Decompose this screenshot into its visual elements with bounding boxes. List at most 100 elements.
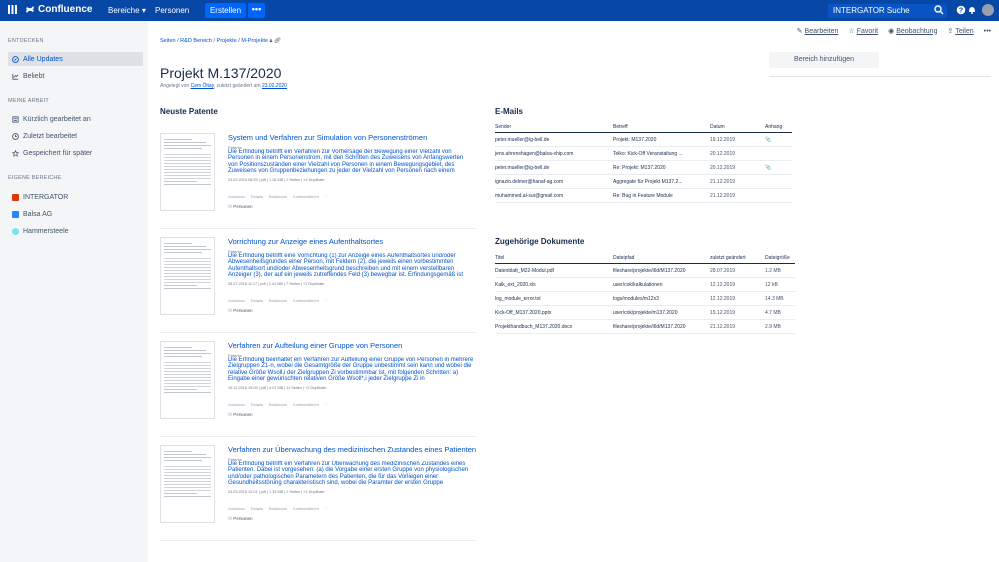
document-row[interactable]: Kalk_ext_2020.xls user/cok/kalkulationen 1… xyxy=(495,277,795,292)
email-row[interactable]: ignazio.delmer@hanaf-ag.com Aggregate für… xyxy=(495,174,792,189)
table-cell[interactable]: muhammed.al-sur@gmail.com xyxy=(495,188,613,203)
email-row[interactable]: peter.mueller@ig-bell.de Re: Projekt: M13… xyxy=(495,160,792,175)
patent-action[interactable]: Bookmark xyxy=(269,298,287,303)
persons-label: Personen xyxy=(233,308,253,313)
email-row[interactable]: muhammed.al-sur@gmail.com Re: Bug in Feat… xyxy=(495,188,792,203)
table-cell[interactable]: Projekthandbuch_M137.2020.docx xyxy=(495,319,613,334)
patent-thumbnail[interactable] xyxy=(160,133,215,211)
create-button[interactable]: Erstellen xyxy=(205,3,246,18)
sidebar-item-kuerzlich[interactable]: Kürzlich gearbeitet an xyxy=(8,112,143,126)
table-cell[interactable]: Aggregate für Projekt M137.2... xyxy=(613,174,710,189)
patent-action[interactable]: Details xyxy=(251,298,263,303)
nav-personen[interactable]: Personen xyxy=(155,6,189,15)
patent-action[interactable]: Kommentieren xyxy=(293,506,319,511)
column-header[interactable]: Titel xyxy=(495,254,613,264)
document-row[interactable]: Kick-Off_M137.2020.pptx user/cok/projekte… xyxy=(495,305,795,320)
table-cell[interactable]: Kalk_ext_2020.xls xyxy=(495,277,613,292)
patent-action[interactable]: Bookmark xyxy=(269,402,287,407)
column-header[interactable]: Sender xyxy=(495,123,613,133)
sidebar-item-gespeichert[interactable]: Gespeichert für später xyxy=(8,146,143,160)
patent-action[interactable]: Kommentieren xyxy=(293,402,319,407)
sidebar-space-hammersteele[interactable]: Hammersteele xyxy=(8,224,143,238)
link-icon: 🔗︎ xyxy=(273,38,281,44)
column-header[interactable]: Datum xyxy=(710,123,765,133)
patent-action[interactable]: Vorschau xyxy=(228,194,245,199)
column-header[interactable]: zuletzt geändert xyxy=(710,254,765,264)
patent-action[interactable]: Vorschau xyxy=(228,402,245,407)
table-cell[interactable]: Projekt: M137.2020 xyxy=(613,132,710,147)
paperclip-icon[interactable]: 📎 xyxy=(765,165,771,171)
table-cell[interactable]: log_module_error.txt xyxy=(495,291,613,306)
favorite-button[interactable]: ☆ Favorit xyxy=(848,27,878,36)
modified-date-link[interactable]: 23.02.2020 xyxy=(262,83,287,89)
column-header[interactable]: Dateipfad xyxy=(613,254,710,264)
table-cell[interactable]: Re: Bug in Feature Module xyxy=(613,188,710,203)
table-cell[interactable]: ignazio.delmer@hanaf-ag.com xyxy=(495,174,613,189)
edit-button[interactable]: ✎ Bearbeiten xyxy=(797,27,839,36)
table-cell[interactable]: peter.mueller@ig-bell.de xyxy=(495,132,613,147)
document-row[interactable]: log_module_error.txt logs/modules/m12x3 12… xyxy=(495,291,795,306)
nav-bereiche[interactable]: Bereiche ▾ xyxy=(108,6,146,15)
table-cell[interactable]: Telko: Kick-Off Veranstaltung ... xyxy=(613,146,710,161)
patent-persons-tag[interactable]: ⚇ Personen xyxy=(228,412,253,418)
patent-action[interactable]: Bookmark xyxy=(269,194,287,199)
user-avatar[interactable] xyxy=(982,4,994,16)
document-row[interactable]: Projekthandbuch_M137.2020.docx fileshare/… xyxy=(495,319,795,334)
table-cell: 1.2 MB xyxy=(765,263,795,278)
email-row[interactable]: peter.mueller@ig-bell.de Projekt: M137.20… xyxy=(495,132,792,147)
patent-thumbnail[interactable] xyxy=(160,341,215,419)
column-header[interactable]: Anhang xyxy=(765,123,792,133)
sidebar-item-zuletzt[interactable]: Zuletzt bearbeitet xyxy=(8,129,143,143)
patent-action[interactable]: Details xyxy=(251,402,263,407)
patent-action[interactable]: Details xyxy=(251,506,263,511)
share-button[interactable]: ⇪ Teilen xyxy=(947,27,973,36)
help-icon[interactable]: ? xyxy=(956,5,966,15)
patent-action[interactable]: ··· xyxy=(325,402,329,407)
patent-title-link[interactable]: Vorrichtung zur Anzeige eines Aufenthalt… xyxy=(228,237,383,246)
table-cell[interactable]: jens.ahrenshagen@balsa-ship.com xyxy=(495,146,613,161)
search-input[interactable]: INTERGATOR Suche xyxy=(828,4,947,18)
patent-title-link[interactable]: System und Verfahren zur Simulation von … xyxy=(228,133,427,142)
more-actions-button[interactable]: ••• xyxy=(984,28,991,35)
patent-persons-tag[interactable]: ⚇ Personen xyxy=(228,308,253,314)
patent-action[interactable]: ··· xyxy=(325,194,329,199)
patent-persons-tag[interactable]: ⚇ Personen xyxy=(228,516,253,522)
more-create-button[interactable]: ••• xyxy=(248,3,265,18)
watch-button[interactable]: ◉ Beobachtung xyxy=(888,27,937,36)
patent-action[interactable]: Vorschau xyxy=(228,298,245,303)
table-cell[interactable]: Kick-Off_M137.2020.pptx xyxy=(495,305,613,320)
patent-title-link[interactable]: Verfahren zur Aufteilung einer Gruppe vo… xyxy=(228,341,402,350)
breadcrumb[interactable]: Seiten / R&D Bereich / Projekte / M-Proj… xyxy=(160,38,281,45)
sidebar-space-balsa[interactable]: Balsa AG xyxy=(8,207,143,221)
patent-persons-tag[interactable]: ⚇ Personen xyxy=(228,204,253,210)
patent-action[interactable]: Bookmark xyxy=(269,506,287,511)
email-row[interactable]: jens.ahrenshagen@balsa-ship.com Telko: Ki… xyxy=(495,146,792,161)
patent-thumbnail[interactable] xyxy=(160,237,215,315)
author-link[interactable]: Cem Öltay xyxy=(191,83,214,89)
column-header[interactable]: Betreff xyxy=(613,123,710,133)
attachment-cell xyxy=(765,188,792,203)
add-area-button[interactable]: Bereich hinzufügen xyxy=(769,52,879,68)
patent-title-link[interactable]: Verfahren zur Überwachung des medizinisc… xyxy=(228,445,476,454)
notification-bell-icon[interactable] xyxy=(967,5,977,15)
patent-action[interactable]: Kommentieren xyxy=(293,194,319,199)
table-cell: 4.7 MB xyxy=(765,305,795,320)
patent-action[interactable]: Vorschau xyxy=(228,506,245,511)
app-grid-icon[interactable] xyxy=(8,5,17,14)
paperclip-icon[interactable]: 📎 xyxy=(765,137,771,143)
sidebar-item-alle-updates[interactable]: Alle Updates xyxy=(8,52,143,66)
patent-action[interactable]: ··· xyxy=(325,298,329,303)
document-row[interactable]: Datenblatt_M22-Modul.pdf fileshare/projek… xyxy=(495,263,795,278)
table-cell[interactable]: Datenblatt_M22-Modul.pdf xyxy=(495,263,613,278)
sidebar-space-intergator[interactable]: INTERGATOR xyxy=(8,190,143,204)
table-cell[interactable]: peter.mueller@ig-bell.de xyxy=(495,160,613,175)
sidebar-item-beliebt[interactable]: Beliebt xyxy=(8,69,143,83)
table-cell[interactable]: Re: Projekt: M137.2020 xyxy=(613,160,710,175)
column-header[interactable]: Dateigröße xyxy=(765,254,795,264)
patent-action[interactable]: ··· xyxy=(325,506,329,511)
search-icon[interactable] xyxy=(934,5,944,15)
patent-thumbnail[interactable] xyxy=(160,445,215,523)
confluence-logo[interactable]: Confluence xyxy=(8,4,92,15)
patent-action[interactable]: Kommentieren xyxy=(293,298,319,303)
patent-action[interactable]: Details xyxy=(251,194,263,199)
